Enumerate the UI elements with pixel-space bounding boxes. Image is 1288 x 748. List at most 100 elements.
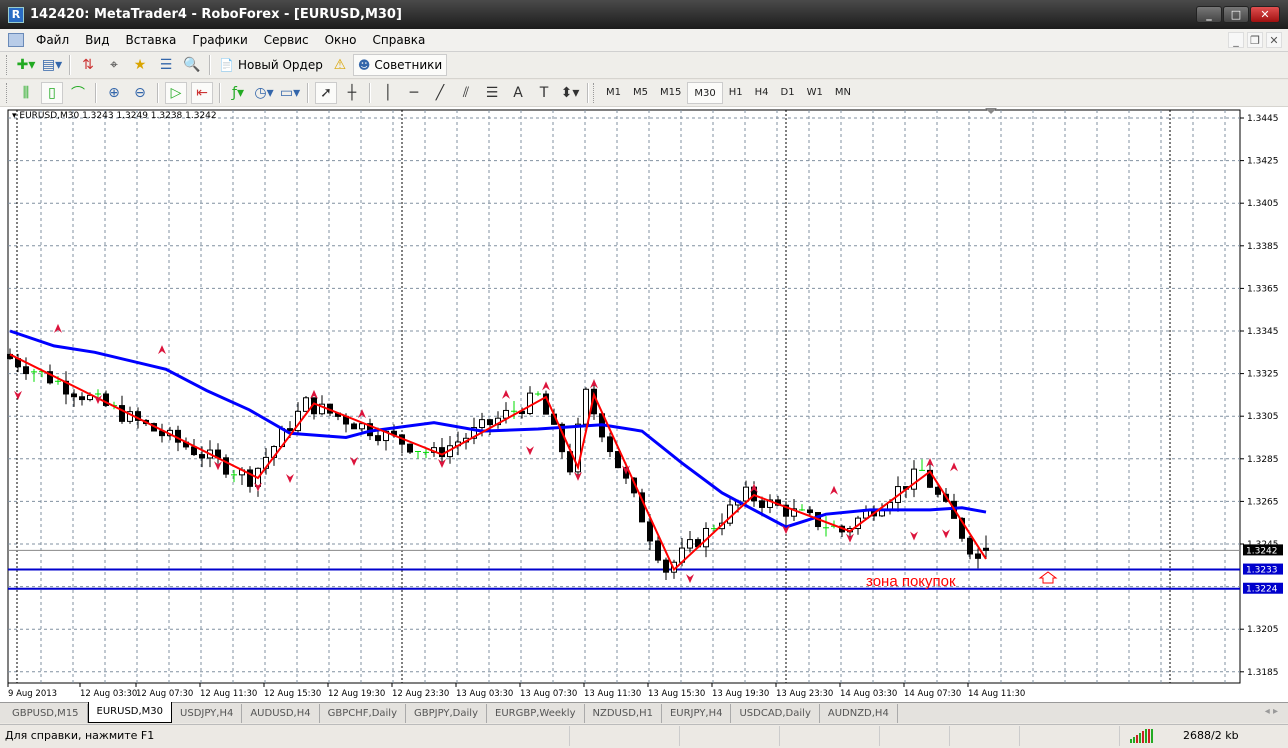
menu-help[interactable]: Справка <box>365 33 434 47</box>
candle <box>407 443 413 455</box>
candle-body <box>743 486 749 502</box>
minimize-button[interactable]: _ <box>1196 6 1222 23</box>
price-chart[interactable]: зона покупок 1.3445 1.3425 1.3405 1.3385 1.33… <box>0 107 1288 702</box>
alert-icon[interactable]: ⚠ <box>329 54 351 76</box>
time-axis-label: 12 Aug 11:30 <box>200 689 257 699</box>
profiles-icon[interactable]: ▤▾ <box>41 54 63 76</box>
candle-body <box>607 436 613 453</box>
tab-gbpjpy-daily[interactable]: GBPJPY,Daily <box>406 704 487 723</box>
chart-window[interactable]: зона покупок 1.3445 1.3425 1.3405 1.3385 1.33… <box>0 107 1288 702</box>
menu-insert[interactable]: Вставка <box>117 33 184 47</box>
fibonacci-icon[interactable]: ☰ <box>481 82 503 104</box>
toolbar-grip[interactable] <box>593 83 596 103</box>
navigator-icon[interactable]: ★ <box>129 54 151 76</box>
tab-audnzd-h4[interactable]: AUDNZD,H4 <box>820 704 898 723</box>
text-icon[interactable]: A <box>507 82 529 104</box>
timeframe-d1[interactable]: D1 <box>775 82 801 104</box>
status-bar: Для справки, нажмите F1 2688/2 kb <box>0 724 1288 746</box>
cursor-icon[interactable]: ➚ <box>315 82 337 104</box>
experts-label: Советники <box>374 58 443 72</box>
time-axis-label: 13 Aug 11:30 <box>584 689 641 699</box>
zoom-in-icon[interactable]: ⊕ <box>103 82 125 104</box>
candle-body <box>967 537 973 555</box>
timeframe-m30[interactable]: M30 <box>687 82 723 104</box>
bid-price-label: 1.3242 <box>1246 546 1278 556</box>
menu-file[interactable]: Файл <box>28 33 77 47</box>
vertical-line-icon[interactable]: │ <box>377 82 399 104</box>
traffic-status: 2688/2 kb <box>1183 729 1239 742</box>
time-axis-label: 13 Aug 23:30 <box>776 689 833 699</box>
candle-body <box>687 539 693 549</box>
candle-body <box>487 419 493 426</box>
timeframe-m1[interactable]: M1 <box>600 82 627 104</box>
candle <box>615 451 621 469</box>
tab-usdcad-daily[interactable]: USDCAD,Daily <box>731 704 820 723</box>
tab-gbpchf-daily[interactable]: GBPCHF,Daily <box>320 704 406 723</box>
time-axis-label: 14 Aug 07:30 <box>904 689 961 699</box>
trendline-icon[interactable]: ╱ <box>429 82 451 104</box>
title-bar: R 142420: MetaTrader4 - RoboForex - [EUR… <box>0 0 1288 29</box>
auto-scroll-icon[interactable]: ▷ <box>165 82 187 104</box>
terminal-icon[interactable]: ☰ <box>155 54 177 76</box>
price-axis-label: 1.3405 <box>1247 199 1279 209</box>
zoom-out-icon[interactable]: ⊖ <box>129 82 151 104</box>
line-chart-icon[interactable]: ⌒ <box>67 82 89 104</box>
timeframe-w1[interactable]: W1 <box>801 82 829 104</box>
strategy-tester-icon[interactable]: 🔍 <box>181 54 203 76</box>
chart-window-icon[interactable] <box>8 33 24 47</box>
timeframe-h1[interactable]: H1 <box>723 82 749 104</box>
timeframe-m5[interactable]: M5 <box>627 82 654 104</box>
candle-body <box>759 500 765 508</box>
new-chart-icon[interactable]: ✚▾ <box>15 54 37 76</box>
toolbar-grip[interactable] <box>6 83 9 103</box>
indicators-icon[interactable]: ƒ▾ <box>227 82 249 104</box>
candle-body <box>23 366 29 375</box>
candle-body <box>375 435 381 442</box>
menu-window[interactable]: Окно <box>317 33 365 47</box>
experts-icon: ☻ <box>357 58 371 72</box>
bar-chart-icon[interactable]: ⫼ <box>15 82 37 104</box>
tab-gbpusd-m15[interactable]: GBPUSD,M15 <box>4 704 88 723</box>
standard-toolbar: ✚▾ ▤▾ ⇅ ⌖ ★ ☰ 🔍 📄 Новый Ордер ⚠ ☻ Советник… <box>0 52 1288 127</box>
new-order-button[interactable]: 📄 Новый Ордер <box>215 54 327 76</box>
market-watch-icon[interactable]: ⇅ <box>77 54 99 76</box>
experts-button[interactable]: ☻ Советники <box>352 54 448 76</box>
tab-nzdusd-h1[interactable]: NZDUSD,H1 <box>585 704 662 723</box>
close-button[interactable]: ✕ <box>1250 6 1280 23</box>
chart-shift-icon[interactable]: ⇤ <box>191 82 213 104</box>
arrows-icon[interactable]: ⬍▾ <box>559 82 581 104</box>
tab-audusd-h4[interactable]: AUDUSD,H4 <box>242 704 320 723</box>
mdi-restore-button[interactable]: ❐ <box>1247 32 1263 48</box>
tab-eurjpy-h4[interactable]: EURJPY,H4 <box>662 704 732 723</box>
periods-clock-icon[interactable]: ◷▾ <box>253 82 275 104</box>
tab-usdjpy-h4[interactable]: USDJPY,H4 <box>172 704 243 723</box>
candle-body <box>199 454 205 459</box>
mdi-close-button[interactable]: ✕ <box>1266 32 1282 48</box>
new-order-label: Новый Ордер <box>237 58 323 72</box>
text-label-icon[interactable]: T <box>533 82 555 104</box>
mdi-minimize-button[interactable]: _ <box>1228 32 1244 48</box>
templates-icon[interactable]: ▭▾ <box>279 82 301 104</box>
horizontal-line-icon[interactable]: ─ <box>403 82 425 104</box>
candle-body <box>351 423 357 430</box>
level-price-label: 1.3224 <box>1246 585 1278 595</box>
tab-scroll-arrows[interactable]: ◂ ▸ <box>1265 706 1278 717</box>
chart-symbol-ohlc: EURUSD,M30 1.3243 1.3249 1.3238 1.3242 <box>19 111 217 121</box>
tab-eurgbp-weekly[interactable]: EURGBP,Weekly <box>487 704 585 723</box>
crosshair-icon[interactable]: ┼ <box>341 82 363 104</box>
price-axis-label: 1.3365 <box>1247 284 1279 294</box>
tab-eurusd-m30[interactable]: EURUSD,M30 <box>87 702 173 723</box>
new-order-icon: 📄 <box>219 58 234 72</box>
menu-view[interactable]: Вид <box>77 33 117 47</box>
data-window-icon[interactable]: ⌖ <box>103 54 125 76</box>
candle-body <box>663 559 669 573</box>
toolbar-grip[interactable] <box>6 55 9 75</box>
timeframe-m15[interactable]: M15 <box>654 82 687 104</box>
equidistant-channel-icon[interactable]: ⫽ <box>455 82 477 104</box>
menu-charts[interactable]: Графики <box>184 33 255 47</box>
maximize-button[interactable]: □ <box>1223 6 1249 23</box>
timeframe-h4[interactable]: H4 <box>749 82 775 104</box>
candlestick-chart-icon[interactable]: ▯ <box>41 82 63 104</box>
timeframe-mn[interactable]: MN <box>829 82 857 104</box>
menu-tools[interactable]: Сервис <box>256 33 317 47</box>
